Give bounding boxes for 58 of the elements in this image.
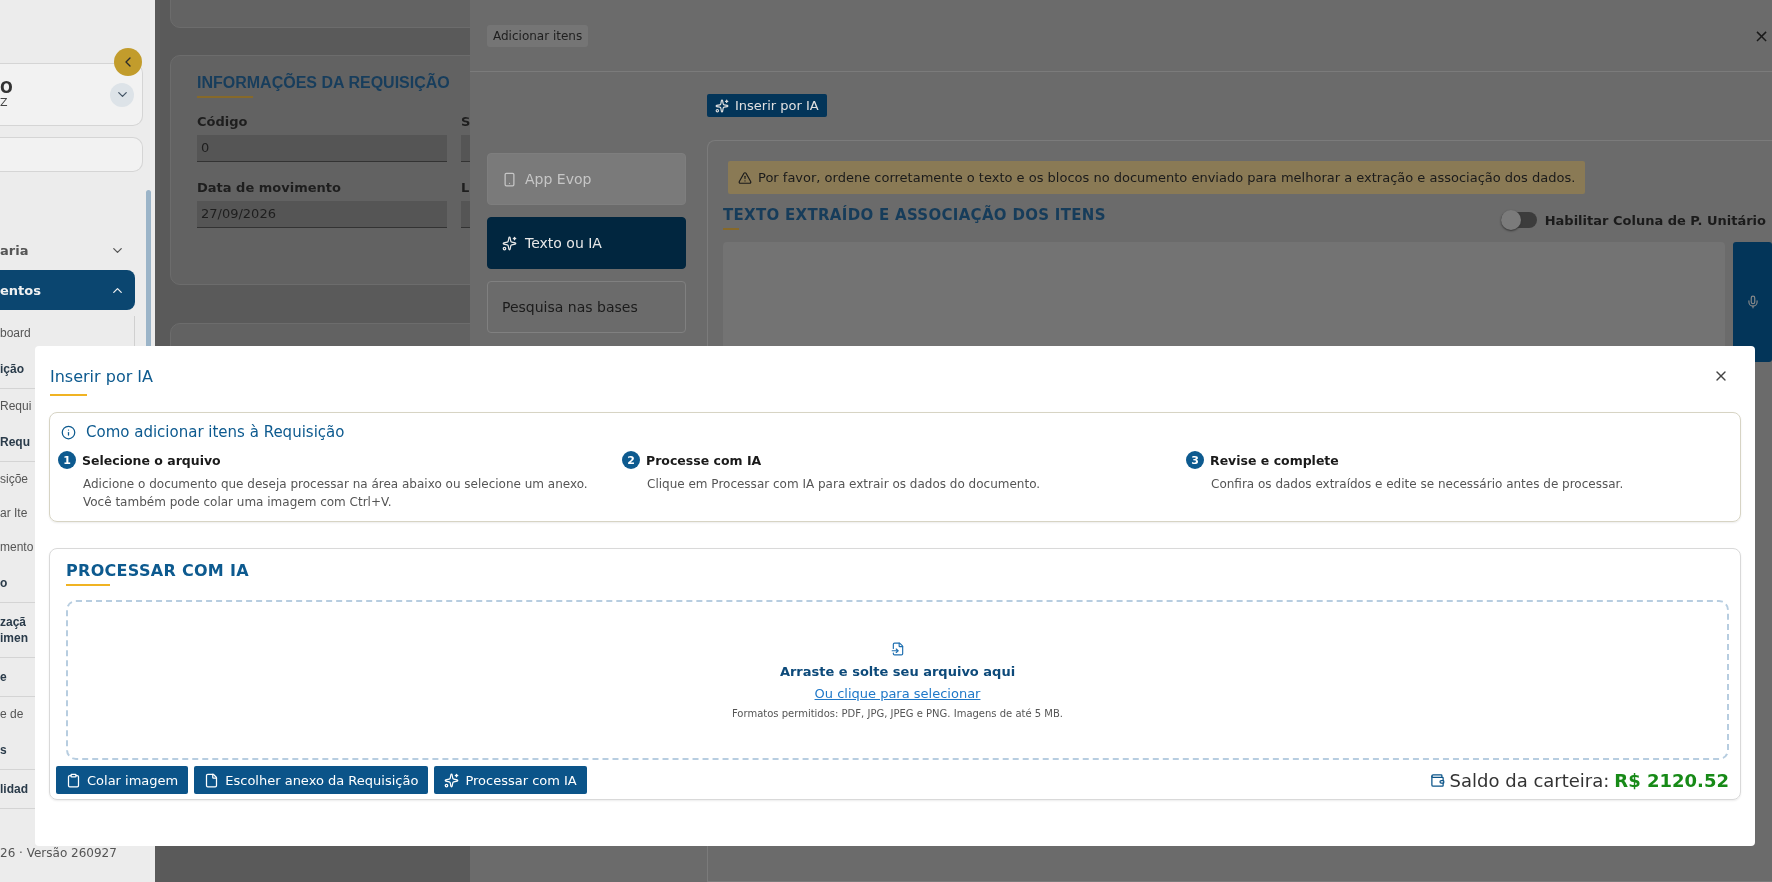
title-underline bbox=[66, 584, 110, 586]
field-label: S bbox=[461, 114, 470, 129]
file-drop-zone[interactable]: Arraste e solte seu arquivo aqui Ou clique para selecionar Formatos permitidos: PDF, JPG, JPEG e PNG. Imagens de até 5 MB. bbox=[66, 600, 1729, 760]
version-text: 26 · Versão 260927 bbox=[0, 846, 118, 860]
step-description: Confira os dados extraídos e edite se necessário antes de processar. bbox=[1210, 476, 1625, 493]
step-number: 3 bbox=[1186, 451, 1204, 469]
microphone-icon bbox=[1745, 295, 1760, 309]
search-field[interactable] bbox=[0, 137, 143, 172]
file-icon bbox=[204, 772, 220, 788]
title-underline bbox=[723, 228, 739, 230]
step-number: 2 bbox=[622, 451, 640, 469]
sidebar-group-item[interactable]: aria bbox=[0, 230, 135, 270]
file-format-hint: Formatos permitidos: PDF, JPG, JPEG e PNG. Imagens de até 5 MB. bbox=[731, 707, 1063, 719]
insert-ai-button[interactable]: Inserir por IA bbox=[707, 94, 827, 117]
sidebar-item[interactable]: board bbox=[0, 316, 134, 350]
field-label: Código bbox=[197, 114, 249, 129]
step-title: Processe com IA bbox=[646, 452, 762, 468]
sidebar-group-item[interactable]: entos bbox=[0, 270, 135, 310]
microphone-button[interactable] bbox=[1733, 242, 1772, 362]
action-button[interactable]: Processar com IA bbox=[434, 766, 587, 794]
tab[interactable]: Texto ou IA bbox=[487, 217, 686, 269]
user-name: O bbox=[0, 80, 13, 96]
field-label: Data de movimento bbox=[197, 180, 342, 195]
file-upload-icon bbox=[890, 641, 905, 656]
title-underline bbox=[50, 394, 87, 396]
modal-title: Inserir por IA bbox=[50, 367, 153, 386]
step-title: Revise e complete bbox=[1210, 452, 1339, 468]
step-number: 1 bbox=[58, 451, 76, 469]
toggle-switch[interactable] bbox=[1500, 212, 1537, 228]
section-title: TEXTO EXTRAÍDO E ASSOCIAÇÃO DOS ITENS bbox=[723, 206, 1106, 224]
user-menu-button[interactable] bbox=[110, 82, 134, 107]
section-title: PROCESSAR COM IA bbox=[65, 561, 250, 580]
step-description: Adicione o documento que deseja processar na área abaixo ou selecione um anexo. Você também pode colar uma imagem com Ctrl+V. bbox=[82, 476, 589, 511]
info-icon bbox=[61, 424, 76, 440]
info-title: Como adicionar itens à Requisição bbox=[86, 423, 345, 441]
sparkles-icon bbox=[715, 98, 729, 113]
title-underline bbox=[197, 96, 253, 98]
step-title: Selecione o arquivo bbox=[82, 452, 221, 468]
field-label: L bbox=[461, 180, 470, 195]
sparkles-icon bbox=[444, 772, 460, 788]
section-title: INFORMAÇÕES DA REQUISIÇÃO bbox=[197, 74, 451, 92]
smartphone-icon bbox=[502, 171, 517, 187]
wallet-icon bbox=[1429, 772, 1445, 788]
wallet-label: Saldo da carteira: bbox=[1449, 769, 1610, 791]
user-subtitle: Z bbox=[0, 95, 9, 109]
action-button[interactable]: Colar imagem bbox=[56, 766, 189, 794]
step-description: Clique em Processar com IA para extrair os dados do documento. bbox=[646, 476, 1042, 493]
warning-text: Por favor, ordene corretamente o texto e os blocos no documento enviado para melhorar a extração e associação dos dados. bbox=[758, 170, 1576, 185]
clipboard-icon bbox=[66, 772, 81, 788]
drop-zone-title: Arraste e solte seu arquivo aqui bbox=[779, 663, 1016, 679]
warning-icon bbox=[738, 170, 752, 185]
toggle-label: Habilitar Coluna de P. Unitário bbox=[1544, 212, 1766, 228]
action-button[interactable]: Escolher anexo da Requisição bbox=[194, 766, 429, 794]
wallet-balance: R$ 2120.52 bbox=[1614, 769, 1729, 791]
sparkles-icon bbox=[502, 235, 517, 251]
select-file-link[interactable]: Ou clique para selecionar bbox=[814, 685, 981, 701]
collapse-button[interactable] bbox=[114, 48, 142, 76]
drawer-title: Adicionar itens bbox=[487, 24, 589, 47]
